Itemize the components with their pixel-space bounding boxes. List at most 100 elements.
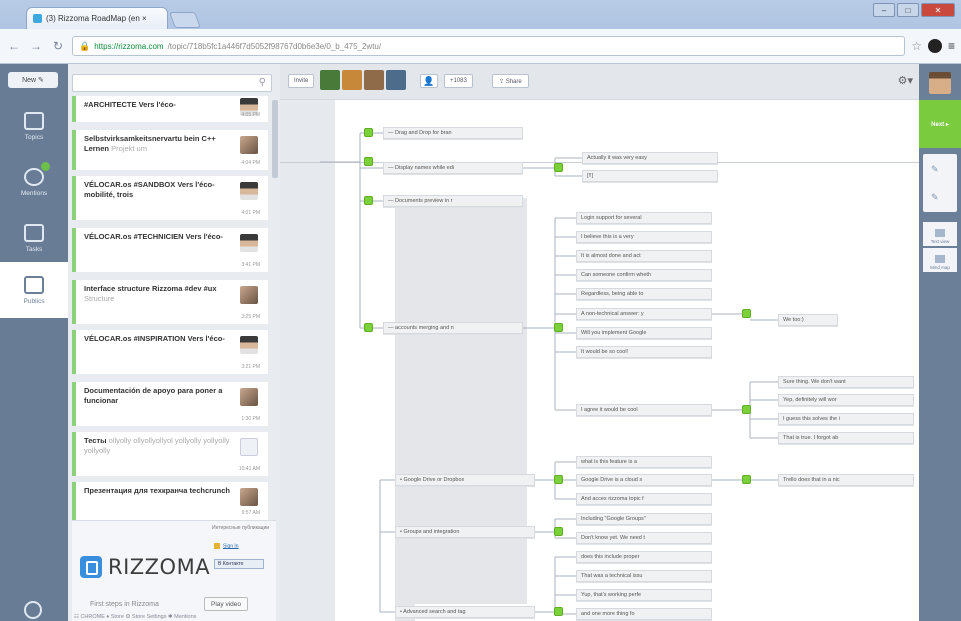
bookmark-star-icon[interactable]: ☆ (911, 39, 922, 53)
maximize-button[interactable]: □ (897, 3, 919, 17)
topic-item[interactable]: VÉLOCAR.os #INSPIRATION Vers l'éco- 3:21… (72, 330, 268, 374)
nav-tasks[interactable]: Tasks (0, 210, 68, 266)
expand-toggle-icon[interactable] (554, 323, 563, 332)
invite-button[interactable]: Invite (288, 74, 315, 88)
map-node[interactable]: — Documents preview in r (383, 195, 523, 207)
nav-tasks-label: Tasks (25, 245, 43, 253)
topic-item[interactable]: Тесты ollyolly ollyollyollyol yollyolly … (72, 432, 268, 476)
map-node[interactable]: I guess this solves the i (778, 413, 914, 425)
map-node[interactable]: I believe this is a very (576, 231, 712, 243)
expand-toggle-icon[interactable] (364, 128, 373, 137)
extension-icon[interactable] (927, 39, 942, 53)
topic-item[interactable]: VÉLOCAR.os #TECHNICIEN Vers l'éco- 3:41 … (72, 228, 268, 272)
map-node[interactable]: Will you implement Google (576, 327, 712, 339)
expand-toggle-icon[interactable] (554, 475, 563, 484)
topic-item[interactable]: Selbstvirksamkeitsnervartu bein C++ Lern… (72, 130, 268, 170)
map-node[interactable]: We too:) (778, 314, 838, 326)
comment-icon[interactable]: ✎ (931, 164, 941, 174)
participant-avatar[interactable] (320, 70, 340, 90)
rizzoma-promo: Интересные публикации Sign In В Контакте… (72, 520, 276, 621)
map-node[interactable]: Sure thing. We don't want (778, 376, 914, 388)
expand-toggle-icon[interactable] (364, 196, 373, 205)
browser-chrome: (3) Rizzoma RoadMap (en × – □ ✕ ← → ↻ 🔒 … (0, 0, 961, 64)
list-scrollbar[interactable] (272, 100, 278, 178)
topic-item[interactable]: Interface structure Rizzoma #dev #ux Str… (72, 280, 268, 324)
play-video-button[interactable]: Play video (204, 597, 248, 611)
footer-links[interactable]: ☷ CHROME ♦ Store ⚙ Store Settings ✱ Ment… (74, 614, 196, 620)
map-node[interactable]: does this include proper (576, 551, 712, 563)
map-node[interactable]: Trello does that in a nic (778, 474, 914, 486)
map-node[interactable]: I agree it would be cool (576, 404, 712, 416)
settings-gear-icon[interactable]: ⚙▾ (898, 74, 913, 87)
map-node[interactable]: what is this feature is a (576, 456, 712, 468)
nav-topics[interactable]: Topics (0, 98, 68, 154)
participant-avatar[interactable] (342, 70, 362, 90)
help-icon[interactable] (24, 601, 42, 619)
participants-count-button[interactable]: +1083 (444, 74, 473, 88)
participant-avatar[interactable] (386, 70, 406, 90)
minimize-button[interactable]: – (873, 3, 895, 17)
mind-map-canvas[interactable]: — Drag and Drop for bran — Display names … (280, 100, 919, 621)
map-node[interactable]: • Groups and integration (395, 526, 535, 538)
text-view-button[interactable]: Text view (923, 222, 957, 246)
map-node[interactable]: It is almost done and act (576, 250, 712, 262)
participant-avatar[interactable] (364, 70, 384, 90)
user-avatar[interactable] (929, 72, 951, 94)
forward-arrow-icon[interactable]: → (28, 38, 44, 54)
back-arrow-icon[interactable]: ← (6, 38, 22, 54)
map-node[interactable]: Actually it was very easy (582, 152, 718, 164)
topic-item[interactable]: #ARCHITECTE Vers l'éco- 4:05 PM (72, 96, 268, 122)
map-node[interactable]: A non-technical answer: y (576, 308, 712, 320)
nav-topics-label: Topics (24, 133, 44, 141)
expand-toggle-icon[interactable] (364, 157, 373, 166)
new-topic-button[interactable]: New ✎ (8, 72, 58, 88)
address-bar[interactable]: 🔒 https://rizzoma.com/topic/718b5fc1a446… (72, 36, 906, 56)
sign-in-link[interactable]: Sign In (214, 543, 239, 549)
expand-toggle-icon[interactable] (554, 527, 563, 536)
map-node[interactable]: — accounts merging and n (383, 322, 523, 334)
map-node[interactable]: [!!] (582, 170, 718, 182)
topic-item[interactable]: Documentación de apoyo para poner a func… (72, 382, 268, 426)
expand-toggle-icon[interactable] (554, 607, 563, 616)
map-node[interactable]: Yep, definitely will wor (778, 394, 914, 406)
map-node[interactable]: — Display names while edi (383, 162, 523, 174)
map-node[interactable]: — Drag and Drop for bran (383, 127, 523, 139)
map-node[interactable]: Can someone confirm wheth (576, 269, 712, 281)
new-tab-button[interactable] (169, 12, 201, 28)
expand-toggle-icon[interactable] (742, 475, 751, 484)
expand-toggle-icon[interactable] (554, 163, 563, 172)
next-unread-button[interactable]: Next ▸ (919, 100, 961, 148)
map-node[interactable]: And acces rizzoma topic f (576, 493, 712, 505)
expand-toggle-icon[interactable] (742, 309, 751, 318)
map-node[interactable]: Don't know yet. We need t (576, 532, 712, 544)
mind-map-button[interactable]: Mind map (923, 248, 957, 272)
map-node[interactable]: Including "Google Groups" (576, 513, 712, 525)
map-node[interactable]: • Google Drive or Dropbox (395, 474, 535, 486)
expand-toggle-icon[interactable] (742, 405, 751, 414)
expand-toggle-icon[interactable] (364, 323, 373, 332)
map-node[interactable]: Regardless, being able to (576, 288, 712, 300)
vk-login-button[interactable]: В Контакте (214, 559, 264, 569)
topic-item[interactable]: Презентация для техкранча techcrunch 9:5… (72, 482, 268, 520)
popular-label: Интересные публикации (212, 525, 270, 531)
map-node[interactable]: Yup, that's working perfe (576, 589, 712, 601)
close-window-button[interactable]: ✕ (921, 3, 955, 17)
map-node[interactable]: Login support for several (576, 212, 712, 224)
search-input[interactable]: ⚲ (72, 74, 272, 92)
share-button[interactable]: ⇪ Share (492, 74, 529, 88)
reload-icon[interactable]: ↻ (50, 38, 66, 54)
nav-mentions[interactable]: Mentions (0, 154, 68, 210)
map-node[interactable]: Google Drive is a cloud s (576, 474, 712, 486)
map-node[interactable]: That is true. I forgot ab (778, 432, 914, 444)
add-participant-icon[interactable]: 👤 (420, 74, 438, 88)
topic-item[interactable]: VÉLOCAR.os #SANDBOX Vers l'éco-mobilité,… (72, 176, 268, 220)
browser-tab[interactable]: (3) Rizzoma RoadMap (en × (26, 7, 168, 29)
browser-menu-icon[interactable]: ≡ (948, 39, 955, 53)
map-node[interactable]: • Advanced search and tag (395, 606, 535, 618)
map-node[interactable]: and one more thing fo (576, 608, 712, 620)
reply-icon[interactable]: ✎ (931, 192, 941, 202)
map-node[interactable]: That was a technical issu (576, 570, 712, 582)
map-node[interactable]: It would be so cool! (576, 346, 712, 358)
nav-publics[interactable]: Publics (0, 262, 68, 318)
first-steps-text: First steps in Rizzoma (90, 601, 159, 608)
